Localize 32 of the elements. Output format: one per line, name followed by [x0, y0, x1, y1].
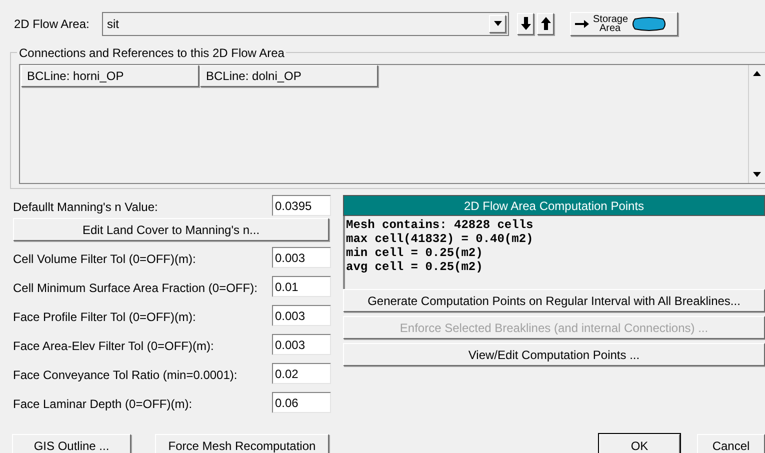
dropdown-value: sit	[107, 16, 120, 32]
connection-button[interactable]: BCLine: dolni_OP	[200, 65, 378, 87]
field-label: Face Area-Elev Filter Tol (0=OFF)(m):	[13, 338, 214, 355]
value-field[interactable]: 0.0395	[272, 195, 331, 216]
dialog-button[interactable]: Cancel	[697, 434, 765, 453]
field-label: Face Conveyance Tol Ratio (min=0.0001):	[13, 367, 238, 384]
arrow-up-icon[interactable]	[537, 12, 554, 34]
field-label: Cell Volume Filter Tol (0=OFF)(m):	[13, 251, 196, 268]
flow-area-dropdown[interactable]: sit	[102, 12, 509, 36]
value-field[interactable]: 0.01	[272, 276, 331, 297]
action-button[interactable]: View/Edit Computation Points ...	[343, 343, 765, 366]
value-field[interactable]: 0.06	[272, 392, 331, 413]
value-field[interactable]: 0.003	[272, 334, 331, 355]
blob-icon	[631, 16, 667, 30]
value-field[interactable]: 0.003	[272, 247, 331, 268]
panel-header: 2D Flow Area Computation Points	[343, 195, 765, 216]
value-field[interactable]: 0.003	[272, 305, 331, 326]
value-field[interactable]: 0.02	[272, 363, 331, 384]
arrow-right-icon	[575, 20, 589, 28]
storage-area-button[interactable]: Storage Area	[570, 12, 678, 36]
action-button[interactable]: Generate Computation Points on Regular Interval with All Breaklines...	[343, 289, 765, 312]
field-label: Face Profile Filter Tol (0=OFF)(m):	[13, 309, 196, 326]
dialog-button[interactable]: Force Mesh Recomputation	[155, 434, 329, 453]
dialog-button[interactable]: OK	[599, 434, 680, 453]
dialog-button[interactable]: GIS Outline ...	[12, 434, 131, 453]
field-label: Face Laminar Depth (0=OFF)(m):	[13, 396, 192, 413]
field-label: Cell Minimum Surface Area Fraction (0=OFF):	[13, 280, 258, 297]
field-label: Defaullt Manning's n Value:	[13, 199, 158, 216]
field-label: 2D Flow Area:	[14, 16, 90, 32]
manning-button[interactable]: Edit Land Cover to Manning's n...	[13, 218, 329, 241]
connection-button[interactable]: BCLine: horni_OP	[21, 65, 199, 87]
arrow-down-icon[interactable]	[517, 12, 534, 34]
